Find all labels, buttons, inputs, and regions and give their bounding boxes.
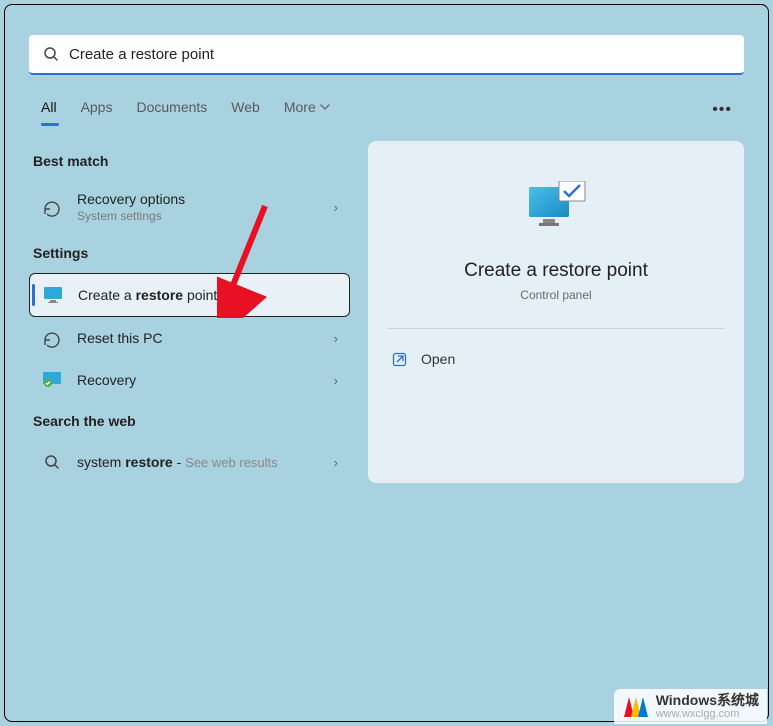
search-icon: [43, 46, 59, 62]
more-options-button[interactable]: •••: [712, 101, 732, 119]
tab-apps[interactable]: Apps: [81, 99, 113, 123]
section-settings: Settings: [33, 245, 350, 261]
tab-all[interactable]: All: [41, 99, 57, 123]
text-suffix: point: [183, 287, 217, 303]
tab-more-label: More: [284, 99, 316, 115]
search-window: All Apps Documents Web More ••• Best mat…: [4, 4, 769, 722]
search-icon: [41, 451, 63, 473]
result-subtitle: System settings: [77, 209, 334, 223]
details-panel: Create a restore point Control panel Ope…: [368, 141, 744, 483]
result-reset-this-pc[interactable]: Reset this PC ›: [29, 317, 350, 359]
tab-documents[interactable]: Documents: [136, 99, 207, 123]
tab-more[interactable]: More: [284, 99, 330, 123]
chevron-right-icon: ›: [334, 200, 338, 215]
watermark-text: Windows系统城 www.wxclgg.com: [656, 693, 759, 720]
result-text: system restore - See web results: [77, 454, 334, 470]
recovery-icon: [41, 369, 63, 391]
result-text: Recovery: [77, 372, 334, 388]
open-action[interactable]: Open: [388, 345, 724, 373]
chevron-down-icon: [320, 104, 330, 110]
result-text: Recovery options System settings: [77, 191, 334, 223]
text-prefix: system: [77, 454, 125, 470]
open-label: Open: [421, 351, 455, 367]
text-bold: restore: [136, 287, 183, 303]
result-title: Create a restore point: [78, 287, 337, 303]
text-bold: restore: [125, 454, 172, 470]
panel-subtitle: Control panel: [520, 288, 591, 302]
result-text: Reset this PC: [77, 330, 334, 346]
divider: [388, 328, 724, 329]
web-hint: See web results: [185, 455, 278, 470]
result-recovery[interactable]: Recovery ›: [29, 359, 350, 401]
panel-title: Create a restore point: [464, 260, 648, 282]
open-icon: [392, 352, 407, 367]
result-web-system-restore[interactable]: system restore - See web results ›: [29, 441, 350, 483]
panel-monitor-icon: [525, 181, 587, 238]
section-search-web: Search the web: [33, 413, 350, 429]
results-column: Best match Recovery options System setti…: [29, 141, 350, 483]
text-prefix: Create a: [78, 287, 136, 303]
result-title: Reset this PC: [77, 330, 334, 346]
watermark: Windows系统城 www.wxclgg.com: [614, 689, 767, 724]
result-text: Create a restore point: [78, 287, 337, 303]
search-bar[interactable]: [29, 35, 744, 75]
recovery-options-icon: [41, 196, 63, 218]
section-best-match: Best match: [33, 153, 350, 169]
chevron-right-icon: ›: [334, 455, 338, 470]
result-create-restore-point[interactable]: Create a restore point: [29, 273, 350, 317]
filter-tabs: All Apps Documents Web More •••: [29, 99, 744, 141]
tab-web[interactable]: Web: [231, 99, 260, 123]
result-title: Recovery: [77, 372, 334, 388]
chevron-right-icon: ›: [334, 373, 338, 388]
reset-icon: [41, 327, 63, 349]
result-title: Recovery options: [77, 191, 334, 207]
monitor-icon: [42, 284, 64, 306]
watermark-logo-icon: [622, 693, 650, 719]
search-input[interactable]: [69, 46, 730, 63]
chevron-right-icon: ›: [334, 331, 338, 346]
result-title: system restore - See web results: [77, 454, 334, 470]
result-recovery-options[interactable]: Recovery options System settings ›: [29, 181, 350, 233]
watermark-url: www.wxclgg.com: [656, 708, 759, 720]
text-suffix: -: [173, 454, 185, 470]
content-area: Best match Recovery options System setti…: [29, 141, 744, 483]
watermark-title: Windows系统城: [656, 693, 759, 708]
